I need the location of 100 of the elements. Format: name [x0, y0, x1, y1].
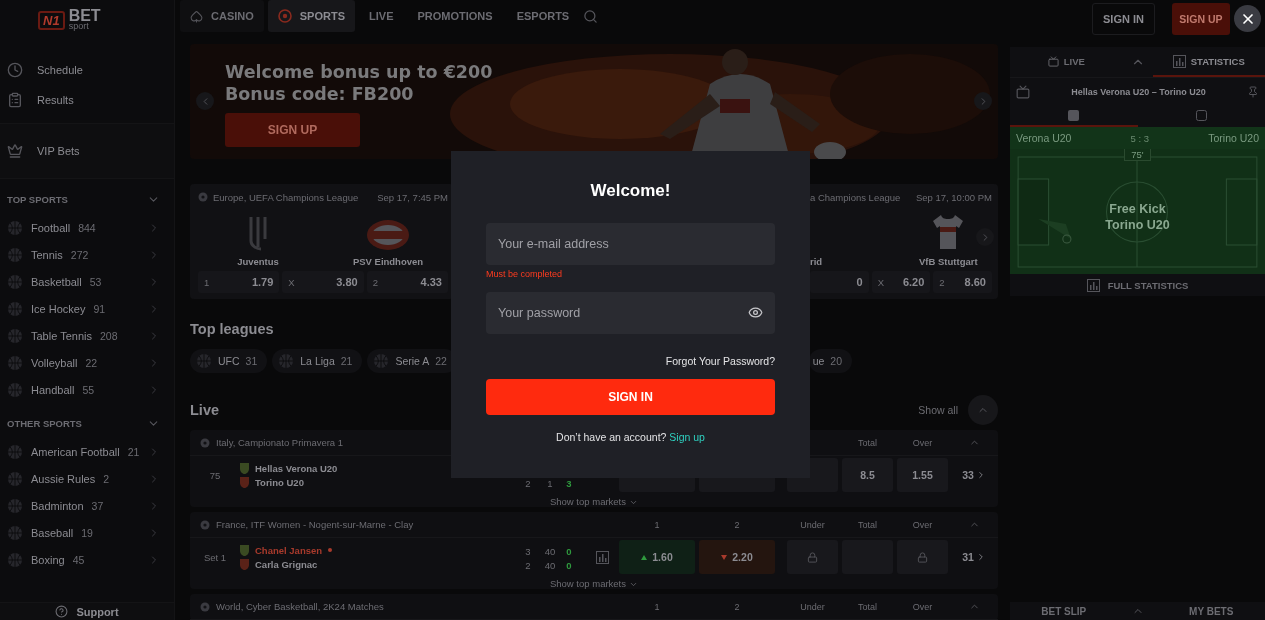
sport-name[interactable]: Tennis — [31, 248, 63, 261]
section-title: Live — [190, 402, 219, 418]
bar-chart-icon — [1086, 278, 1100, 292]
search-icon[interactable] — [583, 8, 599, 24]
nav-tab[interactable]: ESPORTS — [506, 0, 580, 32]
sport-name[interactable]: Football — [31, 221, 71, 234]
sidebar-link[interactable]: VIP Bets — [0, 136, 174, 166]
nav-tab[interactable]: CASINO — [180, 0, 264, 32]
league-name: a Champions League — [810, 191, 901, 203]
league-name: Italy, Campionato Primavera 1 — [216, 437, 344, 448]
tracker-icon — [1068, 109, 1080, 121]
show-markets-toggle[interactable]: Show top markets — [549, 496, 638, 508]
forgot-password-link[interactable]: Forgot Your Password? — [665, 355, 775, 367]
sport-name[interactable]: Aussie Rules — [31, 472, 96, 485]
event-count: 844 — [78, 221, 97, 234]
my-bets-tab[interactable]: MY BETS — [1157, 605, 1265, 617]
odds-button[interactable] — [787, 540, 838, 574]
nav-tab[interactable]: LIVE — [359, 0, 404, 32]
ball-icon — [198, 192, 208, 202]
ball-icon — [7, 300, 23, 317]
email-field[interactable]: Your e-mail address — [486, 223, 775, 265]
odds-button[interactable]: 1.55 — [897, 458, 948, 492]
password-field[interactable]: Your password — [486, 292, 775, 334]
sport-name[interactable]: Boxing — [31, 553, 65, 566]
bet-slip-tab[interactable]: BET SLIP — [1010, 605, 1118, 617]
nav-tab[interactable]: PROMOTIONS — [407, 0, 503, 32]
column-header: Total — [857, 601, 878, 612]
show-markets-toggle[interactable]: Show top markets — [549, 578, 638, 590]
sport-name[interactable]: Ice Hockey — [31, 302, 86, 315]
sign-in-button[interactable]: SIGN IN — [1092, 3, 1155, 35]
section-title: TOP SPORTS — [7, 194, 68, 205]
odds-button[interactable]: 2.20 — [699, 540, 775, 574]
sport-name[interactable]: American Football — [31, 445, 120, 458]
sport-name[interactable]: Basketball — [31, 275, 82, 288]
show-all-link[interactable]: Show all — [918, 404, 958, 416]
column-header: Under — [799, 601, 826, 612]
odds-button[interactable]: X 6.20 — [871, 271, 931, 293]
odds-button[interactable]: 1.60 — [619, 540, 695, 574]
sport-name[interactable]: Baseball — [31, 526, 74, 539]
ball-icon — [278, 353, 295, 369]
sidebar-link[interactable]: Results — [0, 85, 174, 115]
collapse-button[interactable] — [968, 395, 998, 425]
full-statistics-link[interactable]: FULL STATISTICS — [1010, 274, 1265, 296]
league-chip[interactable]: UFC 31 — [190, 349, 268, 373]
score: 3 — [565, 478, 573, 489]
league-chip[interactable]: La Liga 21 — [272, 349, 363, 373]
help-icon — [55, 605, 69, 618]
club-crest-icon — [240, 476, 249, 488]
odds-button[interactable]: 2 4.33 — [366, 271, 448, 293]
team-name: Juventus — [237, 256, 279, 267]
league-chip[interactable]: ue 20 — [808, 349, 852, 373]
event-count: 208 — [99, 329, 119, 342]
sport-name[interactable]: Table Tennis — [31, 329, 92, 342]
ball-icon — [200, 437, 210, 448]
error-message: Must be completed — [486, 269, 564, 279]
panel-tab[interactable]: LIVE — [1010, 47, 1123, 77]
support-link[interactable]: Support — [76, 605, 119, 618]
tv-icon[interactable] — [1016, 84, 1030, 99]
ball-icon — [7, 470, 23, 487]
next-button[interactable] — [976, 228, 994, 246]
spade-icon — [190, 9, 203, 23]
odds-button[interactable]: 2 8.60 — [933, 271, 992, 293]
eye-icon[interactable] — [748, 305, 763, 320]
score: 0 — [565, 560, 573, 571]
dialog-close-button[interactable] — [1234, 5, 1261, 32]
odds-button[interactable]: 8.5 — [842, 458, 893, 492]
ball-icon — [7, 246, 23, 263]
sign-in-button[interactable]: SIGN IN — [486, 379, 775, 415]
league-name: World, Cyber Basketball, 2K24 Matches — [216, 601, 384, 612]
sport-name[interactable]: Volleyball — [31, 356, 78, 369]
sign-up-link[interactable]: Sign up — [669, 431, 705, 443]
promo-headline: Bonus code: FB200 — [225, 83, 414, 105]
event-count: 22 — [85, 356, 99, 369]
pin-icon[interactable] — [1247, 85, 1259, 98]
column-header: 1 — [653, 519, 661, 530]
team-name: Torino U20 — [1208, 132, 1259, 144]
sport-name[interactable]: Badminton — [31, 499, 84, 512]
event-count: 21 — [127, 445, 140, 458]
sign-up-button[interactable]: SIGN UP — [1171, 3, 1230, 35]
odds-button[interactable]: 0 — [810, 271, 869, 293]
ball-icon — [7, 273, 23, 290]
odds-button[interactable]: 1 1.79 — [198, 271, 280, 293]
up-arrow-icon — [641, 554, 648, 560]
panel-tab[interactable]: STATISTICS — [1152, 47, 1265, 77]
odds-button[interactable]: X 3.80 — [282, 271, 364, 293]
more-markets-link[interactable]: 31 — [950, 551, 998, 563]
league-name: France, ITF Women - Nogent-sur-Marne - Clay — [216, 519, 414, 530]
sport-name[interactable]: Handball — [31, 383, 75, 396]
promo-headline: Welcome bonus up to €200 — [225, 61, 493, 83]
more-markets-link[interactable]: 33 — [950, 469, 998, 481]
sign-up-button[interactable]: SIGN UP — [225, 113, 360, 147]
nav-tab[interactable]: SPORTS — [267, 0, 355, 32]
team-name: Torino U20 — [255, 476, 304, 488]
down-arrow-icon — [721, 554, 728, 560]
sign-up-prompt: Don’t have an account? Sign up — [555, 431, 706, 443]
odds-button[interactable] — [897, 540, 948, 574]
sidebar-link[interactable]: Schedule — [0, 55, 174, 85]
match-period: 75 — [208, 469, 222, 481]
team-name: Carla Grignac — [255, 558, 318, 570]
score: 0 — [565, 546, 573, 557]
